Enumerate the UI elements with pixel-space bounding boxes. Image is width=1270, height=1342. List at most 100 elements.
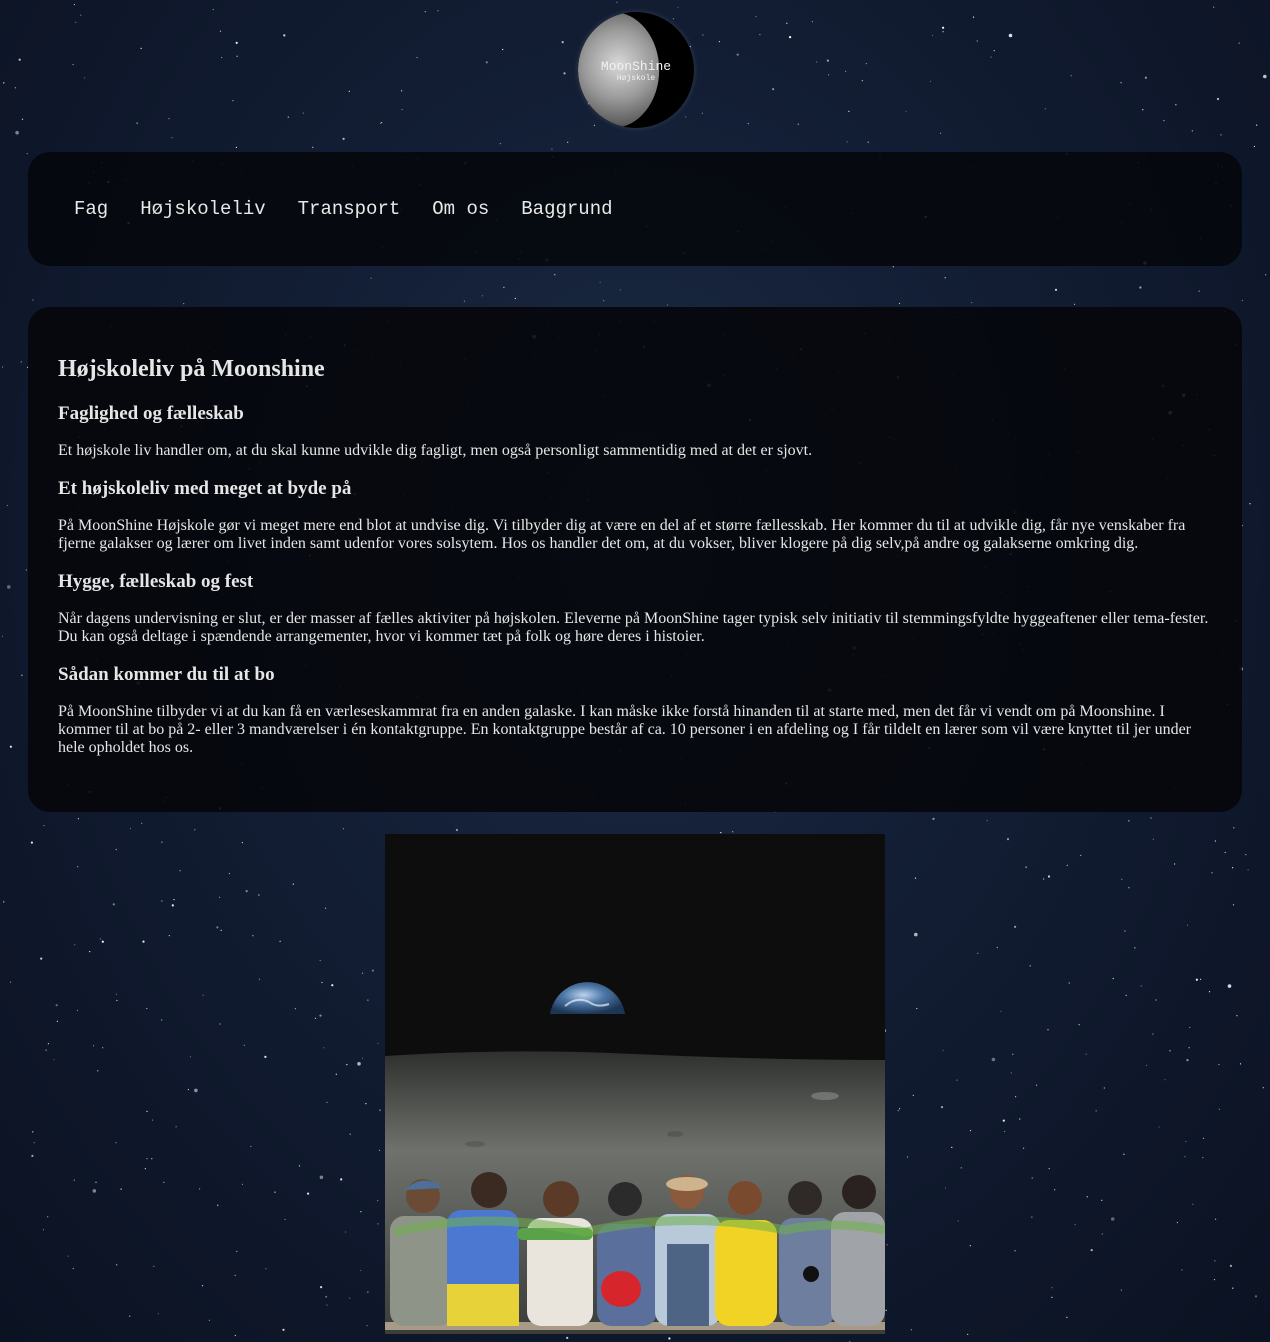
star xyxy=(101,940,104,943)
star xyxy=(77,866,79,868)
star xyxy=(1054,288,1058,291)
star xyxy=(284,1218,286,1221)
star xyxy=(619,289,622,291)
star xyxy=(84,77,86,79)
star xyxy=(1125,994,1127,996)
star xyxy=(848,110,850,112)
star xyxy=(1214,840,1216,842)
star xyxy=(1232,904,1235,906)
star xyxy=(129,827,132,830)
star xyxy=(287,116,289,118)
star xyxy=(1265,274,1267,276)
star xyxy=(1238,42,1240,44)
nav-item-fag[interactable]: Fag xyxy=(74,198,108,220)
star xyxy=(74,944,76,946)
star xyxy=(755,16,757,18)
star xyxy=(1123,1153,1125,1155)
star xyxy=(72,1267,74,1270)
star xyxy=(563,72,566,75)
star xyxy=(220,929,222,932)
star xyxy=(175,1126,177,1128)
star xyxy=(846,141,848,143)
star xyxy=(292,883,294,885)
star xyxy=(30,841,33,844)
star xyxy=(1047,1029,1049,1031)
star xyxy=(969,1245,971,1247)
star xyxy=(302,112,304,114)
star xyxy=(129,1315,131,1317)
star xyxy=(361,1057,363,1059)
star xyxy=(1186,1059,1189,1062)
star xyxy=(319,1175,324,1180)
star xyxy=(1008,33,1013,38)
star xyxy=(566,1336,569,1339)
star xyxy=(9,981,12,983)
page-title: Højskoleliv på Moonshine xyxy=(58,356,325,382)
star xyxy=(1152,1033,1154,1035)
star xyxy=(265,1268,267,1270)
star xyxy=(1213,1279,1216,1281)
star xyxy=(1150,817,1152,819)
star xyxy=(1142,109,1144,111)
star xyxy=(1233,827,1235,829)
star xyxy=(67,1255,69,1257)
star xyxy=(1263,74,1267,79)
star xyxy=(95,1181,97,1183)
star xyxy=(668,1337,671,1340)
star xyxy=(235,41,238,45)
nav-item-baggrund[interactable]: Baggrund xyxy=(521,198,612,220)
star xyxy=(1140,985,1142,987)
star xyxy=(1253,145,1255,148)
star xyxy=(899,1108,901,1110)
star xyxy=(161,1019,163,1021)
star xyxy=(379,122,382,124)
star xyxy=(1000,1010,1002,1012)
star xyxy=(32,299,34,301)
star xyxy=(1031,1177,1033,1179)
nav-item-om-os[interactable]: Om os xyxy=(432,198,489,220)
star xyxy=(219,1023,221,1025)
star xyxy=(194,829,196,831)
star xyxy=(168,118,170,120)
star xyxy=(274,1191,276,1193)
star xyxy=(1184,1156,1186,1158)
star xyxy=(972,16,975,18)
star xyxy=(80,14,82,16)
star xyxy=(736,53,739,56)
site-logo[interactable]: MoonShine Højskole xyxy=(578,12,694,128)
nav-item-transport[interactable]: Transport xyxy=(298,198,401,220)
star xyxy=(7,585,11,589)
star xyxy=(379,1109,381,1111)
star xyxy=(503,286,505,288)
star xyxy=(1078,1024,1080,1026)
star xyxy=(416,56,418,59)
star xyxy=(3,901,5,903)
star xyxy=(969,1130,972,1132)
star xyxy=(1068,982,1070,984)
star xyxy=(1232,867,1234,869)
star xyxy=(932,817,935,821)
star xyxy=(307,1192,310,1195)
star xyxy=(1029,965,1031,967)
star xyxy=(931,34,934,36)
star xyxy=(370,277,372,279)
star xyxy=(826,59,830,62)
star xyxy=(1002,1119,1005,1122)
star xyxy=(171,137,173,139)
star xyxy=(1044,108,1046,110)
star xyxy=(142,940,145,943)
star xyxy=(72,63,74,66)
section-text: Når dagens undervisning er slut, er der … xyxy=(58,610,1209,645)
star xyxy=(1080,854,1082,857)
star xyxy=(886,1244,888,1246)
star xyxy=(944,277,946,279)
star xyxy=(208,1319,210,1321)
star xyxy=(258,894,260,896)
nav-item-hojskoleliv[interactable]: Højskoleliv xyxy=(140,198,265,220)
star xyxy=(561,41,564,44)
star xyxy=(481,295,484,297)
star xyxy=(92,1189,97,1193)
star xyxy=(956,1079,958,1081)
star xyxy=(212,8,214,11)
section-heading: Sådan kommer du til at bo xyxy=(58,664,275,685)
